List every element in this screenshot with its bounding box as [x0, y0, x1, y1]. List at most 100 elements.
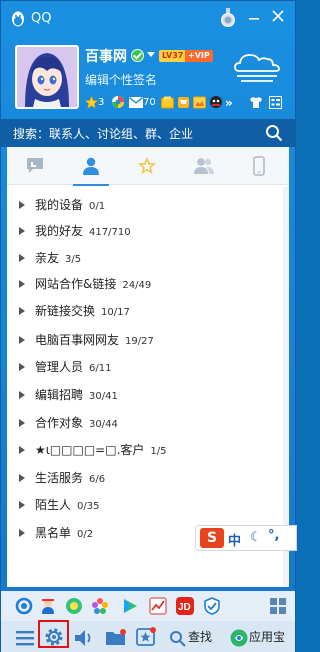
- tab-phone[interactable]: [231, 147, 287, 185]
- grid-menu-icon: [269, 95, 282, 109]
- group-row-partners[interactable]: 网站合作&链接 24/49: [7, 272, 277, 296]
- group-row-admins[interactable]: 管理人员 6/11: [7, 355, 277, 379]
- ime-toolbar[interactable]: S 中 ☾ °,: [195, 525, 297, 551]
- group-row-cooperation[interactable]: 合作对象 30/44: [7, 411, 277, 435]
- group-row-editors[interactable]: 编辑招聘 30/41: [7, 383, 277, 407]
- ime-halfwidth-toggle[interactable]: ☾: [250, 530, 262, 545]
- group-name: 编辑招聘: [35, 388, 84, 402]
- group-name: 我的好友: [35, 224, 84, 238]
- svg-text:JD: JD: [178, 602, 191, 613]
- expand-caret-icon: [19, 446, 25, 454]
- group-row-life-services[interactable]: 生活服务 6/6: [7, 466, 277, 490]
- chat-bubble-icon: [27, 158, 43, 173]
- group-count: 24/49: [122, 280, 152, 291]
- app-grid-icon[interactable]: [269, 597, 287, 615]
- image-icon[interactable]: [193, 94, 206, 112]
- title-bar[interactable]: QQ: [1, 1, 295, 35]
- close-button[interactable]: [267, 6, 289, 28]
- group-row-friends[interactable]: 我的好友 417/710: [7, 219, 277, 243]
- level-badge[interactable]: LV37: [159, 50, 187, 62]
- group-count: 6/6: [89, 474, 106, 485]
- video-play-icon[interactable]: [121, 597, 139, 615]
- mail-count: 70: [143, 97, 156, 108]
- ime-language-toggle[interactable]: 中: [228, 530, 241, 549]
- online-status-icon[interactable]: [131, 49, 144, 62]
- qq-music-icon[interactable]: [65, 597, 83, 615]
- qq-penguin-icon: [12, 11, 24, 27]
- app-store-icon[interactable]: [229, 626, 249, 650]
- group-count: 10/17: [101, 307, 130, 318]
- minimize-icon: [249, 18, 259, 20]
- group-row-devices[interactable]: 我的设备 0/1: [7, 193, 277, 217]
- find-button[interactable]: 查找: [188, 628, 212, 645]
- sogou-logo[interactable]: S: [200, 528, 224, 548]
- avatar[interactable]: [15, 45, 79, 109]
- tab-favorites[interactable]: [119, 147, 175, 185]
- main-menu-icon[interactable]: [15, 626, 35, 650]
- app-manager-icon[interactable]: [269, 94, 282, 112]
- app-launcher-bar: JD: [1, 591, 295, 621]
- folder-icon[interactable]: [105, 626, 127, 650]
- contact-panel: 我的设备 0/1 我的好友 417/710 亲友 3/5 网站合作&链接 24/49 新…: [7, 147, 289, 587]
- qq-browser-icon[interactable]: [15, 597, 33, 615]
- nickname[interactable]: 百事网: [85, 46, 127, 66]
- group-name: 网站合作&链接: [35, 277, 117, 291]
- expand-caret-icon: [19, 280, 25, 288]
- favorites-box-icon[interactable]: [135, 625, 157, 649]
- search-input[interactable]: 搜索：联系人、讨论组、群、企业: [13, 125, 193, 142]
- expand-caret-icon: [19, 529, 25, 537]
- group-row-link-exchange[interactable]: 新链接交换 10/17: [7, 299, 277, 323]
- avatar-image: [17, 47, 77, 107]
- skin-icon[interactable]: [249, 94, 263, 112]
- app-store-button[interactable]: 应用宝: [249, 628, 285, 645]
- find-search-icon[interactable]: [169, 627, 187, 651]
- group-count: 417/710: [89, 227, 131, 238]
- expand-caret-icon: [19, 336, 25, 344]
- expand-caret-icon: [19, 227, 25, 235]
- group-name: 管理人员: [35, 360, 84, 374]
- security-shield-icon[interactable]: [203, 597, 221, 615]
- vip-badge[interactable]: +VIP: [185, 50, 213, 62]
- group-count: 19/27: [125, 336, 154, 347]
- group-count: 3/5: [65, 254, 82, 265]
- pet-icon[interactable]: [209, 94, 223, 112]
- speaker-icon[interactable]: [73, 626, 95, 650]
- group-row-family[interactable]: 亲友 3/5: [7, 246, 277, 270]
- expand-caret-icon: [19, 363, 25, 371]
- group-name: 生活服务: [35, 471, 84, 485]
- minimize-button[interactable]: [243, 6, 265, 28]
- medal-icon[interactable]: [219, 8, 237, 28]
- group-row-clients[interactable]: ★ι□□□□=□.客户 1/5: [7, 438, 277, 462]
- more-apps-chevron[interactable]: »: [225, 94, 233, 112]
- tab-groups[interactable]: [175, 147, 231, 185]
- shopping-cart-icon[interactable]: [177, 94, 190, 112]
- jd-shop-icon[interactable]: JD: [176, 597, 194, 615]
- status-dropdown-icon[interactable]: [147, 52, 155, 57]
- wallet-icon[interactable]: [161, 94, 174, 112]
- tab-messages[interactable]: [7, 147, 63, 185]
- qq-game-icon[interactable]: [39, 597, 57, 615]
- stock-chart-icon[interactable]: [149, 597, 167, 615]
- mail-item[interactable]: 70: [129, 94, 156, 112]
- search-bar[interactable]: 搜索：联系人、讨论组、群、企业: [1, 119, 295, 147]
- group-count: 1/5: [150, 446, 167, 457]
- group-count: 0/1: [89, 201, 106, 212]
- group-name: 黑名单: [35, 526, 72, 540]
- group-count: 6/11: [89, 363, 112, 374]
- signature-field[interactable]: 编辑个性签名: [85, 71, 157, 88]
- star-count: 3: [98, 97, 105, 108]
- flower-app-icon[interactable]: [91, 597, 109, 615]
- tab-contacts[interactable]: [63, 147, 119, 186]
- close-icon: [272, 10, 284, 22]
- ime-punctuation-toggle[interactable]: °,: [268, 528, 279, 543]
- wallet-icon-glyph: [161, 96, 174, 108]
- group-row-netizens[interactable]: 电脑百事网网友 19/27: [7, 328, 277, 352]
- qzone-icon[interactable]: [111, 94, 125, 112]
- app-title: QQ: [31, 11, 52, 26]
- qq-main-window: QQ 百事网 LV37 +VIP 编辑个性签名 3 70 » 搜索：联系人、讨论…: [0, 0, 297, 652]
- group-row-strangers[interactable]: 陌生人 0/35: [7, 493, 277, 517]
- search-icon[interactable]: [265, 124, 283, 142]
- qzone-star-item[interactable]: 3: [84, 94, 105, 112]
- group-name: 电脑百事网网友: [35, 333, 120, 347]
- weather-icon[interactable]: [231, 49, 283, 87]
